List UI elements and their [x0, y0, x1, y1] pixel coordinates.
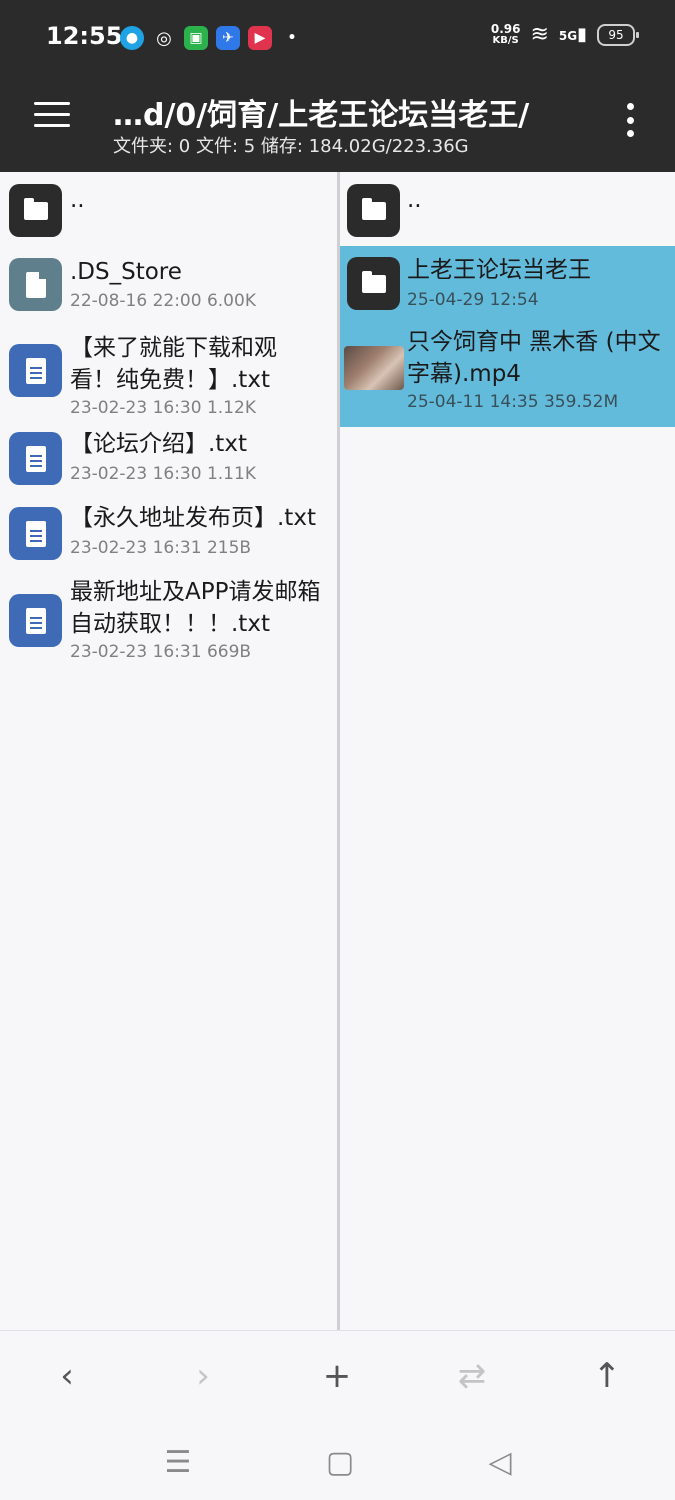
blue-app-icon: ✈ [216, 26, 240, 50]
arrow-up-icon: ↑ [592, 1356, 622, 1396]
item-name: .DS_Store [70, 259, 182, 285]
list-item-selected[interactable]: 只今饲育中 黑木香 (中文字幕).mp4 25-04-11 14:35 359.… [340, 322, 675, 427]
item-meta: 23-02-23 16:30 1.11K [70, 464, 256, 484]
red-play-icon: ▶ [248, 26, 272, 50]
up-directory-button[interactable]: ↑ [582, 1351, 632, 1401]
back-triangle-icon: ◁ [488, 1444, 512, 1480]
signal-icon: 5G▮ [558, 24, 587, 45]
status-right: 0.96 KB/S ≋ 5G▮ 95 [491, 22, 639, 47]
home-square-icon: ▢ [325, 1444, 355, 1480]
more-dot [626, 116, 634, 124]
menu-line [34, 124, 70, 127]
text-file-icon [9, 507, 62, 560]
current-path: …d/0/饲育/上老王论坛当老王/ [113, 98, 530, 133]
forward-button[interactable]: › [178, 1351, 228, 1401]
item-meta: 23-02-23 16:31 215B [70, 538, 252, 558]
item-name: 最新地址及APP请发邮箱自动获取！！！.txt [70, 579, 321, 637]
green-app-icon: ▣ [184, 26, 208, 50]
home-button[interactable]: ▢ [320, 1442, 360, 1482]
back-button[interactable]: ‹ [42, 1351, 92, 1401]
net-speed-value: 0.96 [490, 21, 521, 36]
menu-icon: ☰ [164, 1444, 192, 1480]
list-item[interactable]: 【论坛介绍】.txt 23-02-23 16:30 1.11K [0, 424, 337, 498]
wifi-icon: ≋ [530, 22, 549, 47]
menu-line [34, 102, 70, 105]
menu-line [34, 113, 70, 116]
parent-directory-item[interactable]: .. [0, 172, 337, 244]
more-options-button[interactable] [620, 103, 640, 137]
notification-icons: ● ◎ ▣ ✈ ▶ • [120, 26, 304, 50]
folder-icon [347, 184, 400, 237]
forward-chevron-icon: › [196, 1356, 210, 1396]
item-meta: 25-04-29 12:54 [407, 290, 539, 310]
status-bar: 12:55 ● ◎ ▣ ✈ ▶ • 0.96 KB/S ≋ 5G▮ 95 [0, 0, 675, 78]
item-meta: 25-04-11 14:35 359.52M [407, 392, 619, 412]
system-back-button[interactable]: ◁ [480, 1442, 520, 1482]
video-thumbnail [344, 346, 404, 390]
folder-icon [347, 257, 400, 310]
top-bar: 12:55 ● ◎ ▣ ✈ ▶ • 0.96 KB/S ≋ 5G▮ 95 …d/… [0, 0, 675, 172]
status-time: 12:55 [46, 22, 123, 50]
back-chevron-icon: ‹ [60, 1356, 74, 1396]
battery-icon: 95 [597, 23, 639, 46]
bottom-toolbar: ‹ › + ⇄ ↑ [0, 1330, 675, 1421]
item-meta: 22-08-16 22:00 6.00K [70, 291, 256, 311]
recent-apps-button[interactable]: ☰ [158, 1442, 198, 1482]
file-icon [9, 258, 62, 311]
parent-label: .. [70, 187, 85, 213]
parent-label: .. [407, 187, 422, 213]
list-item[interactable]: .DS_Store 22-08-16 22:00 6.00K [0, 244, 337, 322]
text-file-icon [9, 594, 62, 647]
path-summary: 文件夹: 0 文件: 5 储存: 184.02G/223.36G [113, 136, 469, 157]
text-file-icon [9, 344, 62, 397]
item-name: 上老王论坛当老王 [407, 257, 591, 283]
item-name: 【来了就能下载和观看！纯免费！】.txt [70, 335, 277, 393]
item-name: 【论坛介绍】.txt [70, 431, 247, 457]
add-button[interactable]: + [312, 1351, 362, 1401]
list-item[interactable]: 【永久地址发布页】.txt 23-02-23 16:31 215B [0, 498, 337, 574]
qq-icon: ● [120, 26, 144, 50]
parent-directory-item[interactable]: .. [340, 172, 675, 246]
network-type: 5G [558, 29, 578, 43]
swap-icon: ⇄ [457, 1356, 487, 1396]
dot-icon: • [287, 30, 297, 46]
text-file-icon [9, 432, 62, 485]
item-meta: 23-02-23 16:30 1.12K [70, 398, 256, 418]
net-speed-unit: KB/S [492, 34, 519, 46]
right-pane: .. 上老王论坛当老王 25-04-29 12:54 只今饲育中 黑木香 (中文… [340, 172, 675, 1330]
item-name: 【永久地址发布页】.txt [70, 505, 316, 531]
swap-panes-button[interactable]: ⇄ [447, 1351, 497, 1401]
wechat-icon: ◎ [156, 27, 172, 49]
list-item[interactable]: 最新地址及APP请发邮箱自动获取！！！.txt 23-02-23 16:31 6… [0, 574, 337, 674]
hamburger-menu-button[interactable] [34, 102, 70, 130]
file-manager-app: 12:55 ● ◎ ▣ ✈ ▶ • 0.96 KB/S ≋ 5G▮ 95 …d/… [0, 0, 675, 1500]
battery-level: 95 [608, 27, 624, 42]
net-speed: 0.96 KB/S [491, 23, 521, 47]
more-dot [626, 130, 634, 137]
more-dot [626, 103, 634, 110]
list-item-selected[interactable]: 上老王论坛当老王 25-04-29 12:54 [340, 246, 675, 322]
list-item[interactable]: 【来了就能下载和观看！纯免费！】.txt 23-02-23 16:30 1.12… [0, 322, 337, 424]
left-pane: .. .DS_Store 22-08-16 22:00 6.00K 【来了就能下… [0, 172, 337, 1330]
plus-icon: + [322, 1356, 352, 1396]
system-navigation: ☰ ▢ ◁ [0, 1420, 675, 1500]
folder-icon [9, 184, 62, 237]
item-meta: 23-02-23 16:31 669B [70, 642, 252, 662]
selected-items: 上老王论坛当老王 25-04-29 12:54 只今饲育中 黑木香 (中文字幕)… [340, 246, 675, 427]
item-name: 只今饲育中 黑木香 (中文字幕).mp4 [407, 329, 661, 387]
